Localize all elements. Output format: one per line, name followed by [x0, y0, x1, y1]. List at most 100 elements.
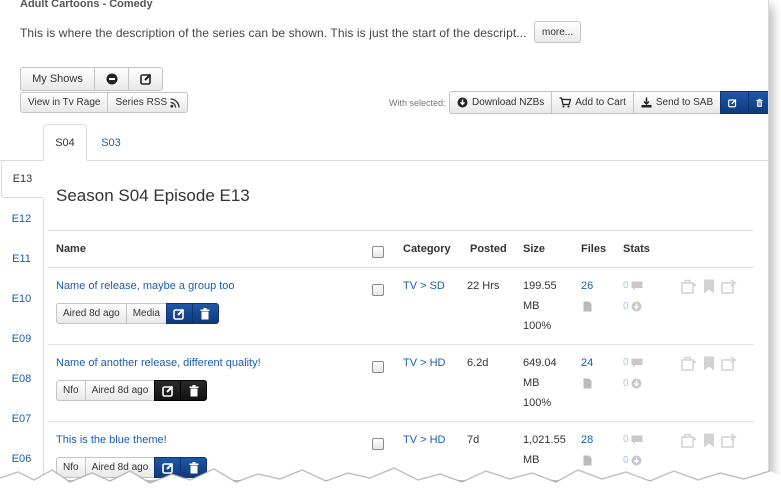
- download-nzbs-label: Download NZBs: [472, 97, 545, 108]
- more-button[interactable]: more...: [534, 21, 582, 43]
- release-category-link[interactable]: TV > HD: [403, 434, 445, 446]
- comments-stat[interactable]: 0: [623, 357, 643, 368]
- release-checkbox[interactable]: [372, 438, 384, 450]
- edit-release-button[interactable]: [165, 303, 193, 324]
- release-tag[interactable]: Aired 8d ago: [84, 380, 156, 401]
- edit-icon: [139, 73, 151, 85]
- grabs-count: 0: [623, 378, 629, 389]
- my-shows-button[interactable]: My Shows: [20, 67, 95, 91]
- release-action-icons: [681, 279, 737, 294]
- release-action-icons: [681, 433, 737, 448]
- release-category-link[interactable]: TV > SD: [403, 280, 445, 292]
- view-tvrage-button[interactable]: View in Tv Rage: [20, 92, 109, 113]
- bookmark-icon[interactable]: [703, 356, 715, 371]
- table-row: Name of another release, different quali…: [48, 345, 754, 422]
- download-circle-icon: [457, 97, 468, 108]
- release-action-icons: [681, 356, 737, 371]
- release-size: 199.55 MB 100%: [523, 276, 557, 336]
- release-name-link[interactable]: Name of another release, different quali…: [56, 357, 261, 369]
- bookmark-icon[interactable]: [703, 433, 715, 448]
- send-to-sab-button[interactable]: Send to SAB: [632, 91, 722, 114]
- release-size-unit: MB: [523, 300, 540, 312]
- edit-selected-button[interactable]: [720, 91, 750, 114]
- file-icon: [583, 378, 592, 389]
- release-files-link[interactable]: 24: [581, 357, 593, 369]
- release-posted: 6.2d: [467, 357, 489, 369]
- trash-icon: [189, 384, 199, 396]
- release-tag[interactable]: Media: [125, 303, 167, 324]
- release-files-link[interactable]: 28: [581, 434, 593, 446]
- edit-icon: [173, 308, 185, 320]
- release-tag[interactable]: Nfo: [56, 380, 86, 401]
- release-name-link[interactable]: This is the blue theme!: [56, 434, 167, 446]
- tab-season-s04[interactable]: S04: [43, 124, 87, 161]
- comment-icon: [631, 435, 643, 444]
- table-row: Name of release, maybe a group too Aired…: [48, 268, 754, 345]
- delete-release-button[interactable]: [180, 380, 208, 401]
- tab-season-s03[interactable]: S03: [91, 124, 131, 161]
- column-header-name[interactable]: Name: [56, 243, 86, 255]
- with-selected-actions: Download NZBs Add to Cart Send to SAB: [449, 91, 768, 114]
- column-header-stats[interactable]: Stats: [623, 243, 650, 255]
- release-checkbox[interactable]: [372, 361, 384, 373]
- episode-tab-e13[interactable]: E13: [1, 160, 44, 198]
- edit-icon: [728, 98, 737, 107]
- release-size-value: 1,021.55: [523, 434, 566, 446]
- release-checkbox[interactable]: [372, 284, 384, 296]
- column-header-size[interactable]: Size: [523, 243, 545, 255]
- column-header-files[interactable]: Files: [581, 243, 606, 255]
- episode-tab-e09[interactable]: E09: [0, 320, 43, 358]
- delete-selected-button[interactable]: [748, 91, 768, 114]
- comments-stat[interactable]: 0: [623, 280, 643, 291]
- column-header-posted[interactable]: Posted: [470, 243, 507, 255]
- add-to-cart-icon[interactable]: [681, 279, 697, 294]
- edit-show-button[interactable]: [128, 67, 163, 91]
- release-size-value: 199.55: [523, 280, 557, 292]
- episode-tab-e10[interactable]: E10: [0, 280, 43, 318]
- release-name-link[interactable]: Name of release, maybe a group too: [56, 280, 235, 292]
- release-files-link[interactable]: 26: [581, 280, 593, 292]
- series-rss-button[interactable]: Series RSS: [107, 92, 189, 113]
- send-to-sab-icon[interactable]: [721, 356, 737, 371]
- comments-stat[interactable]: 0: [623, 434, 643, 445]
- comments-count: 0: [623, 280, 629, 291]
- episode-heading: Season S04 Episode E13: [56, 186, 250, 205]
- add-to-cart-button[interactable]: Add to Cart: [551, 91, 634, 114]
- episode-tab-e12[interactable]: E12: [0, 200, 43, 238]
- my-shows-group: My Shows: [20, 67, 163, 91]
- release-category-link[interactable]: TV > HD: [403, 357, 445, 369]
- remove-show-button[interactable]: [94, 67, 129, 91]
- column-header-category[interactable]: Category: [403, 243, 451, 255]
- download-nzbs-button[interactable]: Download NZBs: [449, 91, 553, 114]
- episode-tab-e11[interactable]: E11: [0, 240, 43, 278]
- comments-count: 0: [623, 357, 629, 368]
- delete-release-button[interactable]: [191, 303, 219, 324]
- file-icon: [583, 301, 592, 312]
- release-tags: Aired 8d ago Media: [56, 303, 219, 324]
- grabs-stat[interactable]: 0: [623, 301, 642, 312]
- grabs-count: 0: [623, 301, 629, 312]
- release-tags: Nfo Aired 8d ago: [56, 380, 208, 401]
- add-to-cart-icon[interactable]: [681, 433, 697, 448]
- page-frame: Adult Cartoons - Comedy This is where th…: [0, 0, 769, 480]
- add-to-cart-icon[interactable]: [681, 356, 697, 371]
- cart-icon: [559, 97, 572, 108]
- send-to-sab-label: Send to SAB: [655, 97, 714, 108]
- episode-tab-e07[interactable]: E07: [0, 400, 43, 438]
- add-to-cart-label: Add to Cart: [575, 97, 626, 108]
- edit-release-button[interactable]: [154, 380, 182, 401]
- release-posted: 22 Hrs: [467, 280, 500, 292]
- send-to-sab-icon[interactable]: [721, 279, 737, 294]
- bookmark-icon[interactable]: [703, 279, 715, 294]
- episode-content-border: [43, 199, 44, 480]
- send-to-sab-icon[interactable]: [721, 433, 737, 448]
- grabs-stat[interactable]: 0: [623, 378, 642, 389]
- series-links-group: View in Tv Rage Series RSS: [20, 92, 189, 113]
- release-tag[interactable]: Aired 8d ago: [56, 303, 127, 324]
- comment-icon: [631, 358, 643, 367]
- download-circle-icon: [631, 378, 642, 389]
- trash-icon: [200, 307, 210, 319]
- episode-tab-e08[interactable]: E08: [0, 360, 43, 398]
- download-tray-icon: [641, 97, 652, 108]
- select-all-checkbox[interactable]: [372, 246, 384, 258]
